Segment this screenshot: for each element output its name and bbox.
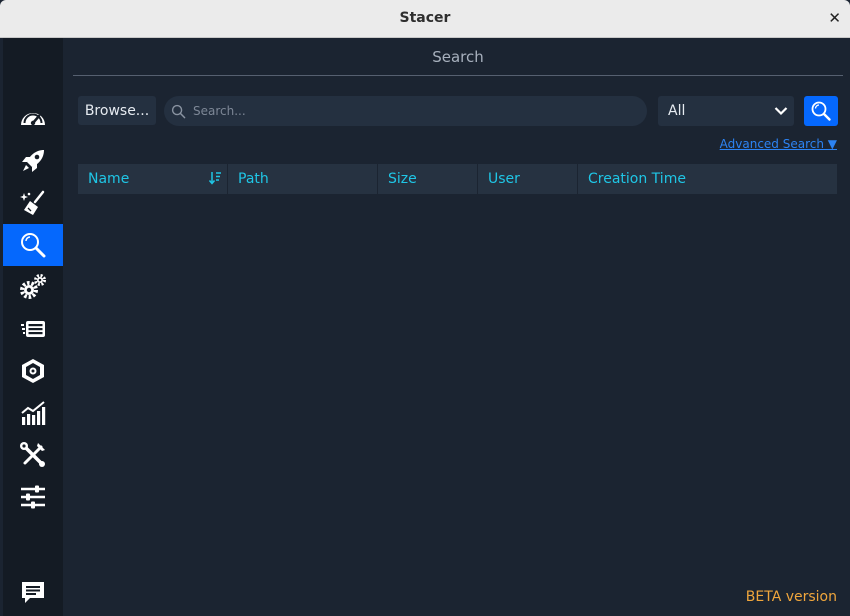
column-header-path[interactable]: Path [228,164,378,194]
main-panel: Search Browse... All Advanced Search ▼ N… [63,38,850,616]
results-table-header: Name Path Size User Creation Time [78,164,837,194]
chevron-down-icon [774,107,788,116]
sidebar-item-startup-apps[interactable] [3,140,63,182]
bar-chart-icon [21,401,46,425]
sort-descending-icon [209,172,221,185]
column-label: User [488,171,520,187]
page-title: Search [432,48,484,66]
package-icon [22,359,44,383]
sidebar-item-system-cleaner[interactable] [3,182,63,224]
broom-icon [20,190,45,215]
rocket-icon [22,150,44,172]
search-icon [811,101,831,121]
sidebar-item-uninstaller[interactable] [3,350,63,392]
sidebar-item-settings[interactable] [3,476,63,518]
column-label: Path [238,171,269,187]
sidebar-item-services[interactable] [3,266,63,308]
sidebar-item-search[interactable] [3,224,63,266]
filter-select[interactable]: All [658,96,794,126]
search-input[interactable] [193,104,633,118]
processes-icon [21,321,45,337]
sidebar-item-dashboard[interactable] [3,98,63,140]
search-button[interactable] [804,96,838,126]
browse-button[interactable]: Browse... [78,96,156,125]
chat-icon [22,582,44,603]
search-icon [21,233,46,258]
search-field[interactable] [164,96,647,126]
window-title: Stacer [399,10,451,26]
close-icon[interactable]: ✕ [828,9,841,27]
column-label: Size [388,171,417,187]
title-bar: Stacer ✕ [0,0,850,38]
column-header-name[interactable]: Name [78,164,228,194]
tools-icon [20,442,45,467]
advanced-search-link[interactable]: Advanced Search ▼ [720,137,837,151]
sidebar [3,38,63,616]
dashboard-icon [21,113,45,126]
column-header-user[interactable]: User [478,164,578,194]
search-icon [171,104,186,118]
sliders-icon [21,485,45,509]
column-label: Creation Time [588,171,686,187]
sidebar-item-processes[interactable] [3,308,63,350]
title-divider [73,75,843,76]
filter-selected-value: All [668,103,686,119]
sidebar-item-resources[interactable] [3,392,63,434]
gears-icon [20,274,46,299]
beta-version-label: BETA version [745,589,837,605]
column-header-size[interactable]: Size [378,164,478,194]
column-label: Name [88,171,130,187]
column-header-creation-time[interactable]: Creation Time [578,164,837,194]
sidebar-item-feedback[interactable] [3,572,63,614]
sidebar-item-helpers[interactable] [3,434,63,476]
